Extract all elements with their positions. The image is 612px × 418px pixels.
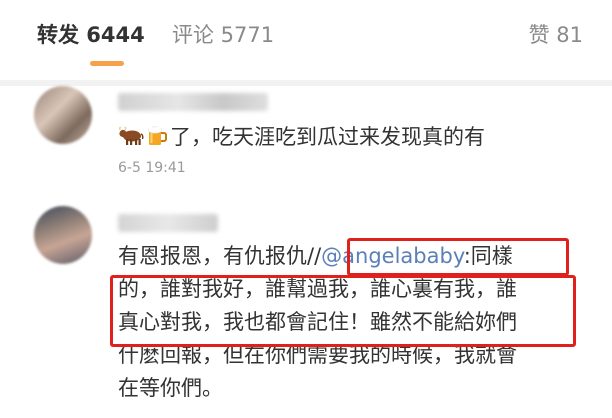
text-line: 什麽回報，但在你們需要我的時候，我就會 [118, 343, 517, 367]
tab-comments[interactable]: 评论 5771 [172, 21, 274, 49]
repost-text: 了，吃天涯吃到瓜过来发现真的有 [118, 121, 485, 154]
beer-mug-icon [147, 126, 167, 145]
username-blurred[interactable] [118, 214, 218, 232]
text-segment: 有恩报恩，有仇报仇// [118, 244, 322, 268]
ox-emoji-icon [118, 126, 144, 145]
text-line: 在等你們。 [118, 376, 223, 400]
text-line: 的，誰對我好，誰幫過我，誰心裏有我，誰 [118, 277, 517, 301]
mention-link[interactable]: @angelababy [321, 244, 464, 268]
active-tab-indicator [90, 61, 124, 66]
tab-reposts[interactable]: 转发 6444 [37, 21, 145, 49]
avatar[interactable] [34, 86, 92, 144]
username-blurred[interactable] [118, 93, 268, 111]
repost-text: 有恩报恩，有仇报仇//@angelababy:同樣 的，誰對我好，誰幫過我，誰心… [118, 240, 517, 405]
text-line: 有恩报恩，有仇报仇//@angelababy:同樣 [118, 240, 517, 273]
text-line: 真心對我，我也都會記住！雖然不能給妳們 [118, 310, 517, 334]
repost-item: 有恩报恩，有仇报仇//@angelababy:同樣 的，誰對我好，誰幫過我，誰心… [0, 191, 612, 418]
timestamp: 6-5 19:41 [118, 160, 186, 176]
avatar[interactable] [34, 206, 92, 264]
text-segment: :同樣 [463, 244, 513, 268]
tab-bar: 转发 6444 评论 5771 赞 81 [0, 0, 612, 80]
tab-likes[interactable]: 赞 81 [529, 21, 583, 49]
repost-item: 了，吃天涯吃到瓜过来发现真的有 6-5 19:41 [0, 86, 612, 191]
repost-text-body: 了，吃天涯吃到瓜过来发现真的有 [170, 125, 485, 149]
